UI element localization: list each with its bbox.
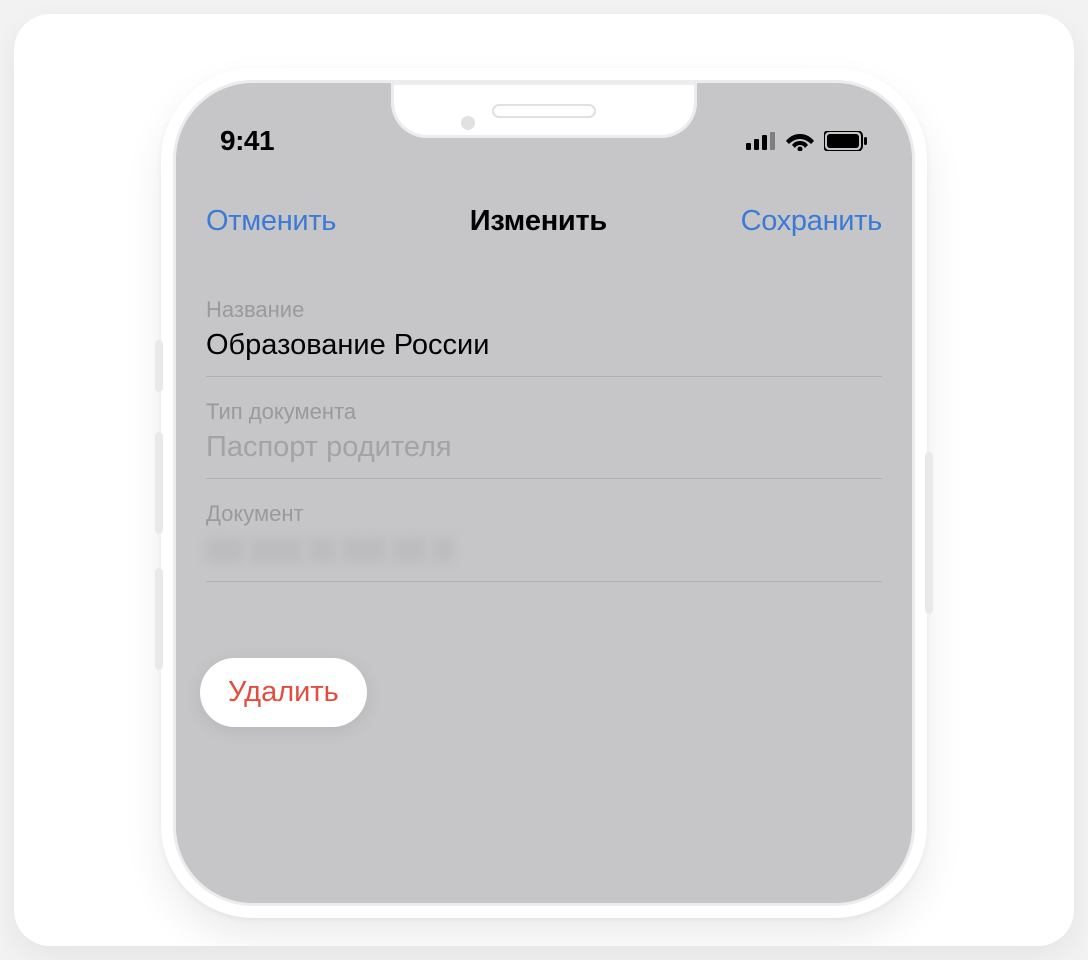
phone-power-button (925, 452, 933, 614)
phone-mute-switch (155, 340, 163, 392)
nav-title: Изменить (470, 205, 607, 238)
name-value: Образование России (206, 329, 882, 362)
status-time: 9:41 (220, 125, 274, 157)
save-button[interactable]: Сохранить (741, 205, 882, 238)
wifi-icon (786, 131, 814, 151)
cancel-button[interactable]: Отменить (206, 205, 336, 238)
phone-volume-down (155, 568, 163, 670)
phone-volume-up (155, 432, 163, 534)
edit-form: Название Образование России Тип документ… (176, 251, 912, 727)
app-screen: 9:41 (176, 83, 912, 903)
nav-bar: Отменить Изменить Сохранить (176, 191, 912, 251)
battery-icon (824, 131, 868, 151)
phone-bezel: 9:41 (173, 80, 915, 906)
delete-button[interactable]: Удалить (200, 658, 367, 727)
phone-notch (391, 82, 697, 138)
doc-type-field[interactable]: Тип документа Паспорт родителя (206, 389, 882, 479)
name-field[interactable]: Название Образование России (206, 287, 882, 377)
phone-frame: 9:41 (161, 68, 927, 918)
document-field[interactable]: Документ (206, 491, 882, 582)
document-value-redacted (206, 533, 882, 567)
delete-label: Удалить (228, 676, 339, 708)
name-label: Название (206, 297, 882, 323)
mockup-card: 9:41 (14, 14, 1074, 946)
doc-type-label: Тип документа (206, 399, 882, 425)
cellular-icon (746, 132, 776, 150)
status-icons (746, 131, 868, 151)
document-label: Документ (206, 501, 882, 527)
doc-type-value: Паспорт родителя (206, 431, 882, 464)
